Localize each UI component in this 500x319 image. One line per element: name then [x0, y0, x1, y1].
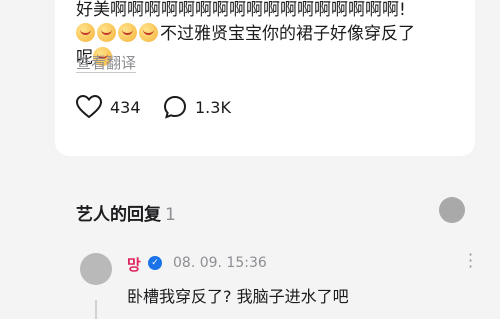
- party-face-emoji-icon: [139, 23, 158, 42]
- artist-replies-count: 1: [165, 205, 176, 225]
- artist-replies-title: 艺人的回复: [76, 205, 161, 225]
- translate-link[interactable]: 查看翻译: [76, 52, 136, 73]
- reply-author[interactable]: 망: [127, 254, 141, 275]
- post-line-2-text: 不过雅贤宝宝你的裙子好像穿反了: [160, 24, 415, 44]
- like-count: 434: [110, 97, 141, 117]
- artist-avatar[interactable]: [439, 197, 465, 223]
- post-line-2: 不过雅贤宝宝你的裙子好像穿反了: [76, 22, 466, 46]
- heart-icon: [76, 95, 102, 119]
- post-line-1: 好美啊啊啊啊啊啊啊啊啊啊啊啊啊啊啊啊啊!: [76, 0, 406, 20]
- comment-count: 1.3K: [195, 97, 231, 117]
- more-options-icon[interactable]: · · ·: [468, 247, 473, 275]
- comment-button[interactable]: 1.3K: [163, 95, 231, 119]
- like-button[interactable]: 434: [76, 95, 141, 119]
- post-card: 好美啊啊啊啊啊啊啊啊啊啊啊啊啊啊啊啊啊! 不过雅贤宝宝你的裙子好像穿反了 呢 查…: [55, 0, 475, 156]
- star-struck-emoji-icon: [118, 23, 137, 42]
- heart-face-emoji-icon: [76, 23, 95, 42]
- comment-icon: [163, 95, 187, 119]
- thread-line: [95, 300, 97, 319]
- heart-face-emoji-icon: [97, 23, 116, 42]
- verified-badge-icon: ✓: [148, 256, 162, 270]
- reply-text: 卧槽我穿反了? 我脑子进水了吧: [127, 287, 349, 306]
- artist-replies-header: 艺人的回复 1: [76, 200, 176, 225]
- reply-avatar[interactable]: [80, 253, 112, 285]
- reply-timestamp: 08. 09. 15:36: [173, 255, 267, 271]
